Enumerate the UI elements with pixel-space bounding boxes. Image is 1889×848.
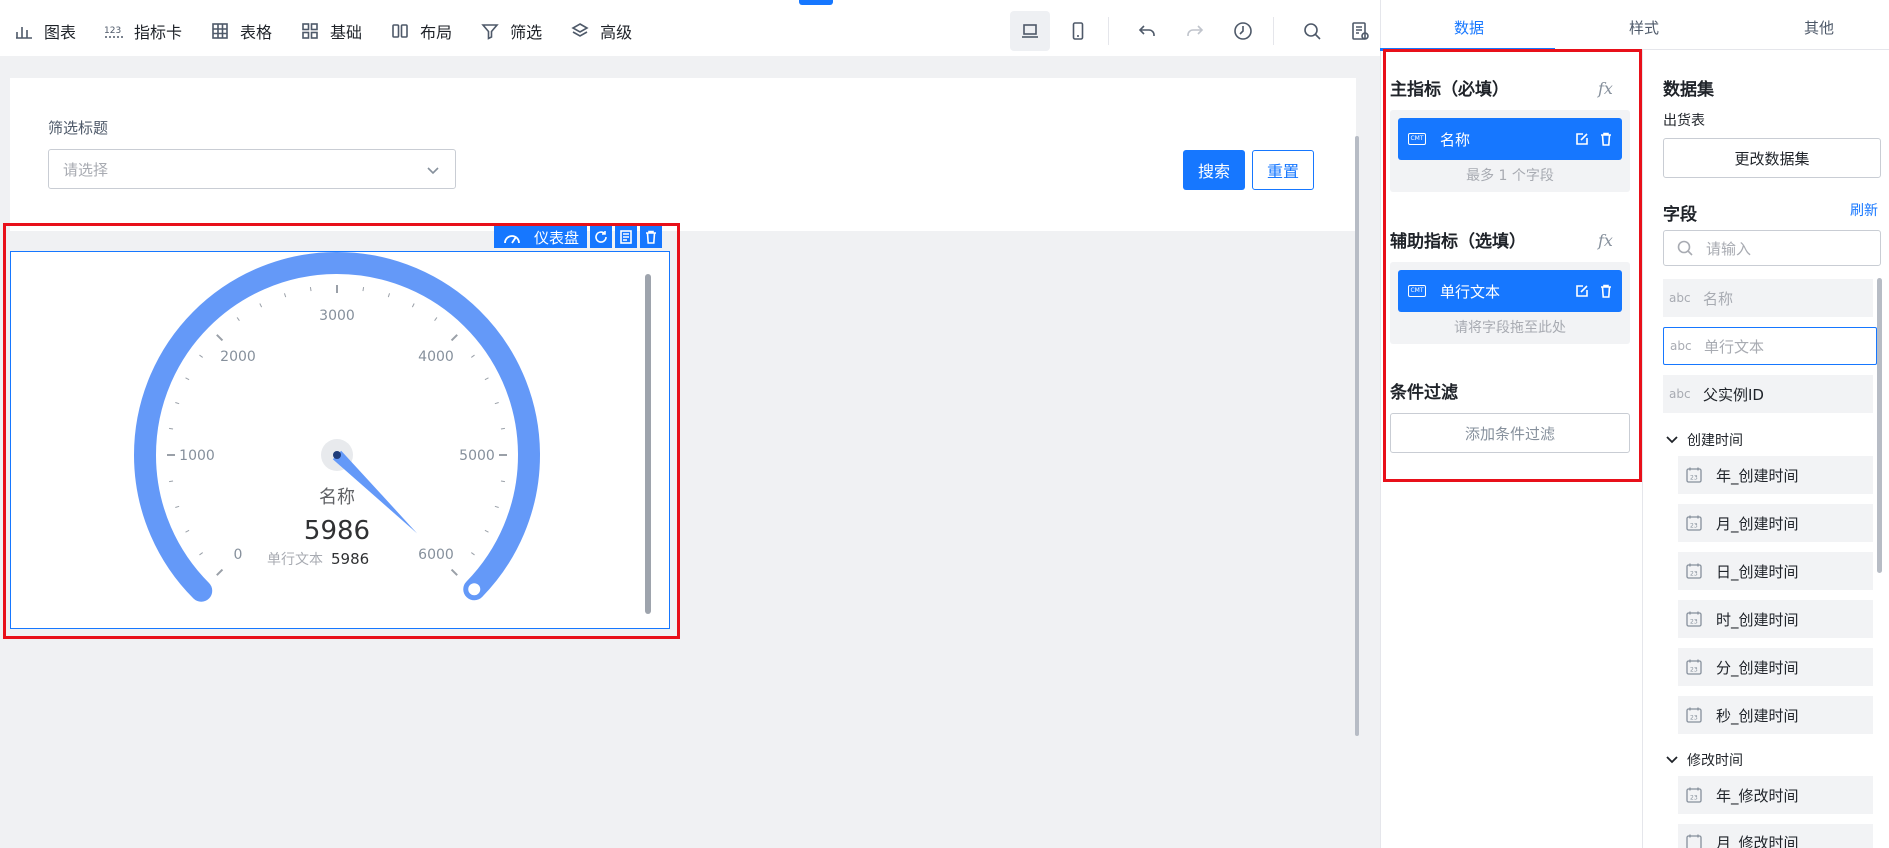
redo-icon <box>1187 25 1204 36</box>
field-search-input[interactable]: 请输入 <box>1663 230 1881 266</box>
reset-button[interactable]: 重置 <box>1252 150 1314 190</box>
toolbar-item-kpi-card[interactable]: 123 指标卡 <box>90 11 196 51</box>
field-item[interactable]: abc 父实例ID <box>1663 375 1873 413</box>
canvas-scrollbar[interactable] <box>1355 136 1359 736</box>
svg-text:23: 23 <box>1690 795 1698 802</box>
date-field-item[interactable]: 23 分_创建时间 <box>1678 648 1873 686</box>
dashboard-editor: 图表 123 指标卡 表格 基础 布局 筛选 高级 筛选标题 请选择 搜索 重置… <box>0 0 1889 848</box>
mobile-view-button[interactable] <box>1058 11 1098 51</box>
mobile-phone-icon <box>1072 22 1084 40</box>
search-button[interactable] <box>1292 11 1332 51</box>
svg-text:23: 23 <box>1690 475 1698 482</box>
history-button[interactable] <box>1223 11 1263 51</box>
layers-icon <box>571 23 589 37</box>
date-field-item[interactable]: 23 年_修改时间 <box>1678 776 1873 814</box>
component-toolbar: 图表 123 指标卡 表格 基础 布局 筛选 高级 <box>0 6 1380 56</box>
change-dataset-button[interactable]: 更改数据集 <box>1663 138 1881 178</box>
svg-text:123: 123 <box>104 26 121 36</box>
desktop-view-button[interactable] <box>1010 11 1050 51</box>
toolbar-divider <box>1273 17 1274 45</box>
refresh-fields-link[interactable]: 刷新 <box>1850 200 1878 220</box>
dataset-title: 数据集 <box>1663 80 1714 100</box>
calendar-icon: 23 <box>1686 467 1702 483</box>
search-button[interactable]: 搜索 <box>1183 150 1245 190</box>
date-field-item[interactable]: 23 秒_创建时间 <box>1678 696 1873 734</box>
tab-other[interactable]: 其他 <box>1804 17 1834 38</box>
svg-text:23: 23 <box>1690 523 1698 530</box>
calendar-icon: 23 <box>1686 611 1702 627</box>
calendar-icon: 23 <box>1686 563 1702 579</box>
toolbar-item-filter[interactable]: 筛选 <box>466 11 556 51</box>
calendar-icon: 23 <box>1686 659 1702 675</box>
chevron-down-icon <box>1666 436 1678 444</box>
redo-button[interactable] <box>1175 11 1215 51</box>
date-field-item[interactable]: 23 日_创建时间 <box>1678 552 1873 590</box>
table-grid-icon <box>212 23 228 39</box>
settings-doc-button[interactable] <box>1340 11 1380 51</box>
four-squares-icon <box>302 23 318 39</box>
field-search-placeholder: 请输入 <box>1706 239 1752 258</box>
chevron-down-icon <box>1666 756 1678 764</box>
field-item[interactable]: abc 名称 <box>1663 279 1873 317</box>
date-field-item[interactable]: 23 时_创建时间 <box>1678 600 1873 638</box>
highlight-box-metrics <box>1383 49 1642 482</box>
toolbar-divider <box>1108 17 1109 45</box>
panel-tabs: 数据 样式 其他 <box>1381 0 1889 50</box>
toolbar-item-table[interactable]: 表格 <box>196 11 286 51</box>
highlight-box-gauge <box>3 223 680 639</box>
text-type-icon: abc <box>1670 339 1692 353</box>
laptop-icon <box>1022 24 1038 38</box>
date-field-item[interactable]: 月_修改时间 <box>1678 824 1873 848</box>
svg-text:23: 23 <box>1690 571 1698 578</box>
columns-layout-icon <box>392 24 408 38</box>
field-item[interactable]: abc 单行文本 <box>1663 327 1877 365</box>
svg-text:23: 23 <box>1690 715 1698 722</box>
chevron-down-icon <box>427 167 439 175</box>
filter-select-placeholder: 请选择 <box>63 160 109 179</box>
date-field-item[interactable]: 23 月_创建时间 <box>1678 504 1873 542</box>
filter-panel: 筛选标题 请选择 搜索 重置 <box>10 78 1356 231</box>
number-123-icon: 123 <box>104 26 124 38</box>
search-icon <box>1304 23 1321 40</box>
toolbar-item-layout[interactable]: 布局 <box>376 11 466 51</box>
date-field-item[interactable]: 23 年_创建时间 <box>1678 456 1873 494</box>
field-group-modified-time[interactable]: 修改时间 <box>1665 750 1743 770</box>
text-type-icon: abc <box>1669 387 1691 401</box>
top-indicator <box>799 0 833 5</box>
tab-style[interactable]: 样式 <box>1629 17 1659 38</box>
calendar-icon: 23 <box>1686 707 1702 723</box>
filter-select[interactable]: 请选择 <box>48 149 456 189</box>
funnel-icon <box>481 24 499 40</box>
calendar-icon: 23 <box>1686 515 1702 531</box>
svg-text:23: 23 <box>1690 619 1698 626</box>
toolbar-item-basic[interactable]: 基础 <box>286 11 376 51</box>
toolbar-right-group <box>1002 11 1380 51</box>
fields-scrollbar[interactable] <box>1877 278 1882 573</box>
fields-title: 字段 <box>1663 205 1697 225</box>
search-icon <box>1677 240 1693 256</box>
filter-title: 筛选标题 <box>48 119 109 137</box>
dataset-name: 出货表 <box>1663 113 1705 129</box>
undo-button[interactable] <box>1127 11 1167 51</box>
calendar-icon <box>1686 834 1702 848</box>
toolbar-item-chart[interactable]: 图表 <box>0 11 90 51</box>
tab-data[interactable]: 数据 <box>1454 17 1484 38</box>
undo-icon <box>1138 25 1155 36</box>
bar-chart-icon <box>16 27 32 39</box>
toolbar-item-advanced[interactable]: 高级 <box>556 11 646 51</box>
clock-icon <box>1234 22 1252 40</box>
text-type-icon: abc <box>1669 291 1691 305</box>
calendar-icon: 23 <box>1686 787 1702 803</box>
document-gear-icon <box>1352 22 1369 40</box>
field-group-created-time[interactable]: 创建时间 <box>1665 430 1743 450</box>
svg-text:23: 23 <box>1690 667 1698 674</box>
